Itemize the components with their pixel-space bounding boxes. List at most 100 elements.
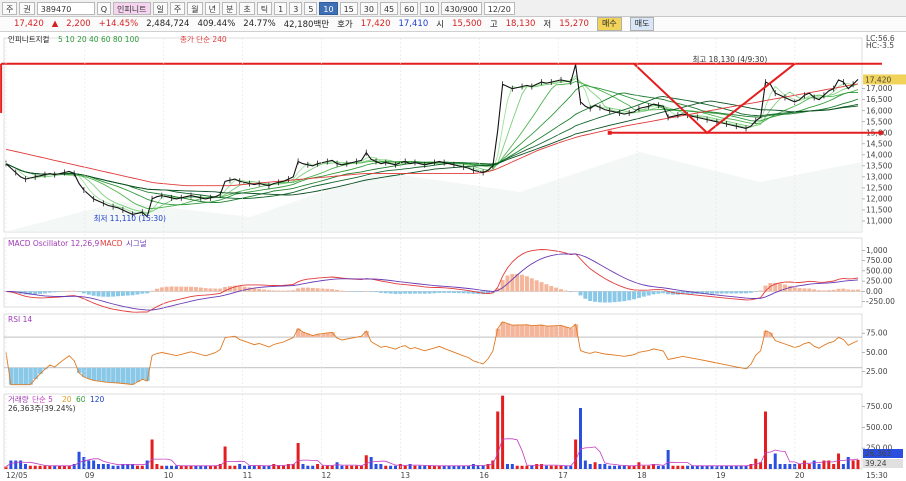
toolbar-item-14[interactable]: 5 bbox=[304, 1, 318, 15]
macd-osc-bar bbox=[851, 289, 856, 292]
toolbar-item-8[interactable]: 년 bbox=[204, 1, 220, 15]
volume-bar bbox=[437, 465, 441, 469]
macd-osc-bar bbox=[412, 291, 417, 294]
volume-bar bbox=[700, 465, 704, 469]
rsi-title: RSI 14 bbox=[8, 315, 32, 324]
volume-bar bbox=[359, 465, 363, 469]
macd-osc-bar bbox=[305, 287, 310, 292]
price-tick-label: 12,500 bbox=[866, 183, 892, 192]
macd-osc-bar bbox=[544, 284, 549, 292]
volume-bar bbox=[496, 411, 500, 469]
macd-osc-bar bbox=[130, 291, 135, 296]
macd-osc-bar bbox=[106, 291, 111, 297]
macd-osc-bar bbox=[632, 291, 637, 300]
macd-osc-bar bbox=[315, 288, 320, 292]
rsi-overbought-fill bbox=[524, 324, 530, 338]
x-axis-end-label: 15:30 bbox=[866, 471, 888, 480]
macd-osc-bar bbox=[826, 290, 831, 292]
macd-osc-bar bbox=[408, 291, 413, 294]
volume-bar bbox=[846, 457, 850, 469]
toolbar-item-16[interactable]: 15 bbox=[339, 1, 358, 15]
volume-bar bbox=[841, 464, 845, 469]
volume-bar bbox=[296, 443, 300, 469]
volume-bar bbox=[267, 465, 271, 469]
toolbar-item-1[interactable]: 권 bbox=[19, 1, 35, 15]
macd-osc-bar bbox=[271, 290, 276, 292]
toolbar-item-10[interactable]: 초 bbox=[239, 1, 255, 15]
volume-bar bbox=[48, 465, 52, 469]
macd-osc-bar bbox=[393, 291, 398, 294]
toolbar-item-17[interactable]: 30 bbox=[359, 1, 378, 15]
macd-osc-bar bbox=[612, 291, 617, 303]
volume-bar bbox=[671, 465, 675, 469]
toolbar-item-20[interactable]: 10 bbox=[420, 1, 439, 15]
volume-bar bbox=[150, 439, 154, 469]
toolbar-item-3[interactable]: Q bbox=[96, 1, 112, 15]
macd-osc-bar bbox=[359, 291, 364, 292]
volume-bar bbox=[554, 465, 558, 469]
macd-osc-bar bbox=[807, 288, 812, 292]
volume-bar bbox=[87, 460, 91, 469]
volume-title: 거래량 bbox=[8, 395, 29, 404]
volume-bar bbox=[140, 465, 144, 469]
toolbar-item-21[interactable]: 430/900 bbox=[440, 1, 482, 15]
volume-bar bbox=[413, 465, 417, 469]
volume-bar bbox=[170, 465, 174, 469]
rsi-overbought-fill bbox=[520, 324, 525, 338]
volume-bar bbox=[145, 460, 149, 469]
volume-bar bbox=[481, 465, 485, 469]
volume-bar bbox=[593, 462, 597, 469]
toolbar-item-5[interactable]: 일 bbox=[152, 1, 168, 15]
volume-bar bbox=[252, 465, 256, 469]
macd-osc-bar bbox=[91, 291, 96, 296]
macd-osc-bar bbox=[461, 291, 466, 294]
sell-button[interactable]: 매도 bbox=[629, 17, 655, 31]
macd-osc-bar bbox=[753, 291, 758, 292]
volume-bar bbox=[350, 465, 354, 469]
toolbar-item-2[interactable]: 389470 bbox=[36, 1, 95, 15]
rsi-oversold-fill bbox=[120, 367, 126, 384]
x-tick-label: 16 bbox=[479, 471, 489, 480]
macd-osc-bar bbox=[787, 285, 792, 292]
open-price: 15,500 bbox=[452, 19, 482, 29]
toolbar-item-18[interactable]: 45 bbox=[379, 1, 399, 15]
macd-osc-bar bbox=[841, 288, 846, 292]
macd-osc-bar bbox=[81, 291, 86, 294]
volume-bar bbox=[384, 465, 388, 469]
stock-chart[interactable]: 11,000 11,500 12,000 12,500 13,000 13,500 14,0… bbox=[0, 32, 906, 481]
macd-osc-bar bbox=[47, 291, 52, 293]
toolbar-item-11[interactable]: 틱 bbox=[256, 1, 273, 15]
macd-osc-bar bbox=[203, 288, 208, 292]
macd-osc-bar bbox=[427, 291, 432, 294]
macd-osc-bar bbox=[77, 291, 82, 292]
toolbar-item-4[interactable]: 인피니트 bbox=[113, 1, 151, 15]
toolbar-item-7[interactable]: 월 bbox=[187, 1, 203, 15]
x-tick-label: 19 bbox=[716, 471, 726, 480]
toolbar-item-15[interactable]: 10 bbox=[319, 1, 338, 15]
macd-osc-bar bbox=[466, 291, 471, 294]
macd-osc-bar bbox=[597, 291, 602, 303]
macd-osc-bar bbox=[709, 291, 714, 294]
macd-osc-bar bbox=[349, 291, 354, 292]
toolbar-item-19[interactable]: 60 bbox=[400, 1, 419, 15]
macd-osc-bar bbox=[651, 291, 656, 295]
volume-bar bbox=[155, 464, 159, 469]
rsi-oversold-fill bbox=[101, 367, 106, 382]
volume-bar bbox=[695, 465, 699, 469]
volume-bar bbox=[613, 465, 617, 469]
macd-osc-bar bbox=[72, 290, 77, 292]
volume-bar bbox=[778, 464, 782, 469]
macd-osc-bar bbox=[588, 291, 593, 301]
toolbar-item-22[interactable]: 12/20 bbox=[483, 1, 515, 15]
rsi-overbought-fill bbox=[559, 325, 564, 338]
toolbar-item-12[interactable]: 1 bbox=[274, 1, 288, 15]
macd-osc-bar bbox=[38, 291, 43, 294]
buy-button[interactable]: 매수 bbox=[596, 17, 622, 31]
macd-osc-bar bbox=[529, 278, 534, 292]
toolbar-item-6[interactable]: 주 bbox=[169, 1, 186, 15]
macd-osc-bar bbox=[719, 291, 724, 294]
toolbar-item-13[interactable]: 3 bbox=[289, 1, 303, 15]
macd-osc-bar bbox=[602, 291, 607, 303]
toolbar-item-0[interactable]: 주 bbox=[2, 1, 18, 15]
toolbar-item-9[interactable]: 분 bbox=[222, 1, 238, 15]
